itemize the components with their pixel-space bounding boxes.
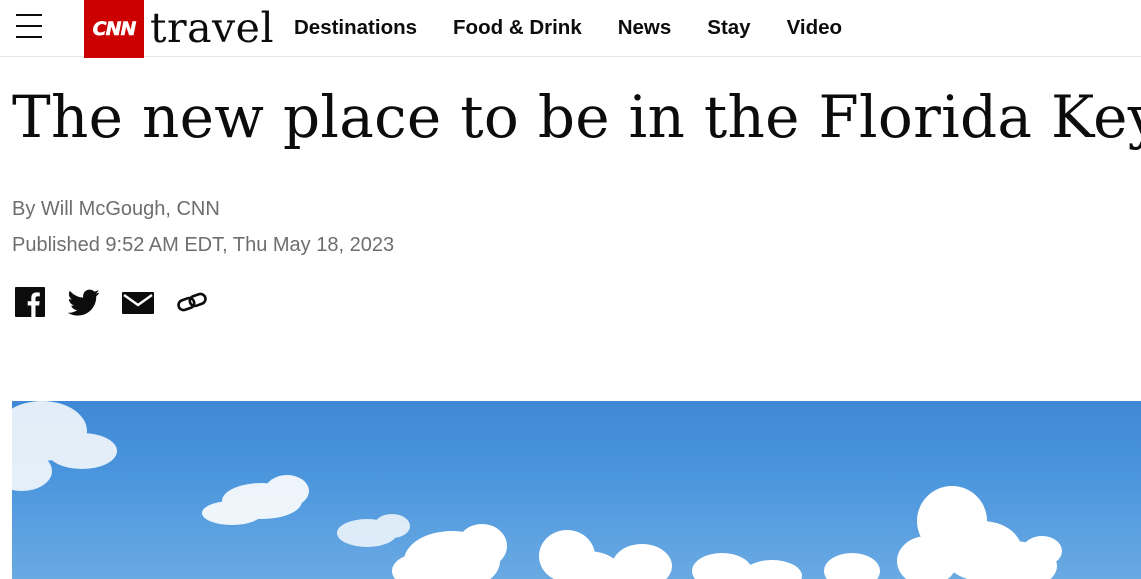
travel-section-wordmark[interactable]: travel [150, 2, 274, 54]
nav-link-video[interactable]: Video [787, 16, 842, 40]
hero-image [12, 401, 1141, 579]
blue-sky-with-clouds-photo [12, 401, 1062, 579]
published-timestamp: Published 9:52 AM EDT, Thu May 18, 2023 [12, 234, 395, 256]
hamburger-menu-icon[interactable] [16, 14, 44, 40]
cnn-logo-text: CNN [92, 18, 136, 41]
email-icon[interactable] [122, 286, 156, 320]
facebook-icon[interactable] [14, 286, 48, 320]
twitter-icon[interactable] [67, 286, 102, 320]
article-headline: The new place to be in the Florida Keys [12, 83, 1141, 151]
byline: By Will McGough, CNN [12, 197, 220, 221]
nav-link-food-drink[interactable]: Food & Drink [453, 16, 582, 40]
nav-link-stay[interactable]: Stay [707, 16, 750, 40]
nav-link-destinations[interactable]: Destinations [294, 16, 417, 40]
author-link[interactable]: Will McGough, CNN [41, 198, 220, 220]
main-nav: Destinations Food & Drink News Stay Vide… [294, 0, 878, 56]
cnn-logo[interactable]: CNN [84, 0, 144, 58]
byline-prefix: By [12, 198, 41, 220]
top-navigation-bar: CNN travel Destinations Food & Drink New… [0, 0, 1141, 58]
link-icon[interactable] [176, 286, 210, 320]
nav-link-news[interactable]: News [618, 16, 672, 40]
